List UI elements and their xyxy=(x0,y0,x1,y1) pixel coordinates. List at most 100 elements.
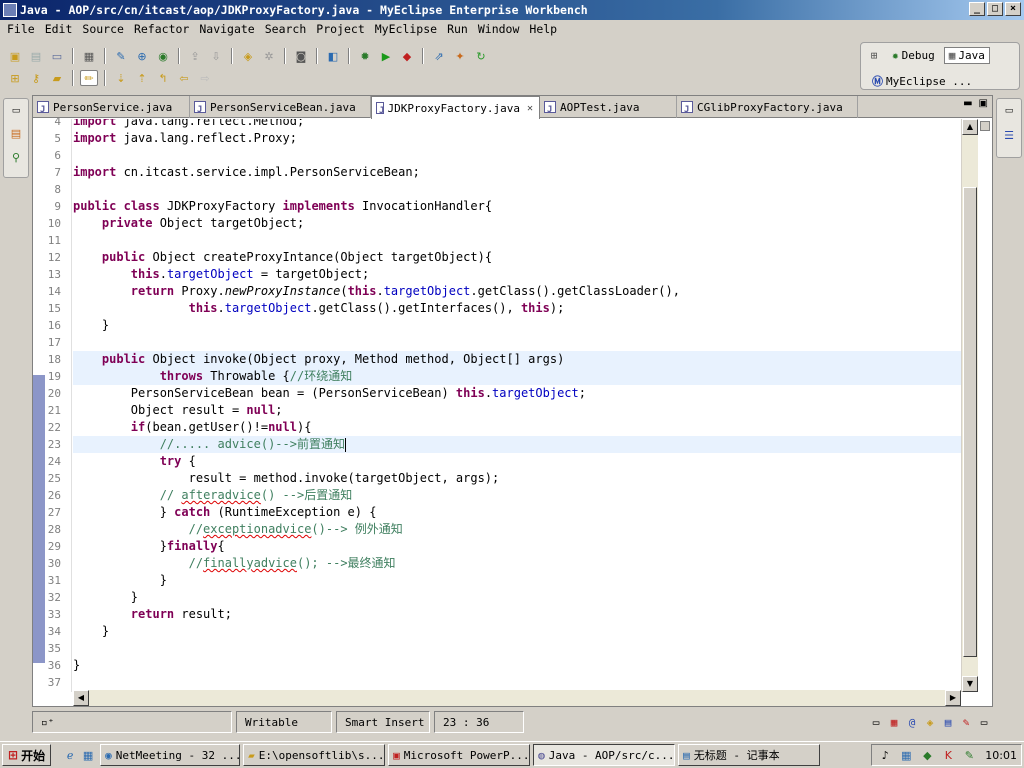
console-icon[interactable]: ▤ xyxy=(939,714,957,730)
code-line[interactable] xyxy=(73,147,961,164)
java-perspective[interactable]: ▦ Java xyxy=(943,47,990,64)
code-line[interactable]: } catch (RuntimeException e) { xyxy=(73,504,961,521)
server-icon[interactable]: ▦ xyxy=(80,48,98,64)
key-icon[interactable]: ⚷ xyxy=(27,70,45,86)
code-line[interactable]: // afteradvice() -->后置通知 xyxy=(73,487,961,504)
input-method-icon[interactable]: ✎ xyxy=(960,747,978,763)
code-line[interactable]: result = method.invoke(targetObject, arg… xyxy=(73,470,961,487)
minimize-button[interactable]: _ xyxy=(969,2,985,16)
package-icon[interactable]: ✦ xyxy=(451,48,469,64)
folder-icon[interactable]: ▰ xyxy=(48,70,66,86)
tab-jdkproxyfactory[interactable]: JDKProxyFactory.java ✕ xyxy=(371,96,540,122)
image-icon[interactable]: ▦ xyxy=(885,714,903,730)
database-icon[interactable]: ◈ xyxy=(239,48,257,64)
scroll-thumb[interactable] xyxy=(963,187,977,657)
start-button[interactable]: ⊞ 开始 xyxy=(2,744,52,766)
restore-view-icon[interactable]: ▭ xyxy=(7,103,25,119)
code-line[interactable] xyxy=(73,232,961,249)
run-icon[interactable]: ▶ xyxy=(377,48,395,64)
menu-myeclipse[interactable]: MyEclipse xyxy=(370,20,442,39)
code-line[interactable]: } xyxy=(73,657,961,674)
menu-window[interactable]: Window xyxy=(473,20,525,39)
menu-refactor[interactable]: Refactor xyxy=(129,20,194,39)
scroll-up-arrow-icon[interactable]: ▲ xyxy=(962,119,978,135)
open-perspective-icon[interactable]: ⇗ xyxy=(430,48,448,64)
code-line[interactable]: //..... advice()-->前置通知 xyxy=(73,436,961,453)
code-line[interactable]: private Object targetObject; xyxy=(73,215,961,232)
scroll-down-arrow-icon[interactable]: ▼ xyxy=(962,676,978,692)
code-area[interactable]: import java.lang.reflect.Method; import j… xyxy=(73,119,961,692)
vertical-scrollbar[interactable]: ▲ ▼ xyxy=(961,119,978,692)
wizard-icon[interactable]: ✎ xyxy=(112,48,130,64)
code-line[interactable] xyxy=(73,640,961,657)
code-line[interactable]: PersonServiceBean bean = (PersonServiceB… xyxy=(73,385,961,402)
task-explorer[interactable]: ▰ E:\opensoftlib\s... xyxy=(243,744,386,766)
previous-annotation-icon[interactable]: ⇡ xyxy=(133,70,151,86)
restore-view-icon[interactable]: ▭ xyxy=(1000,103,1018,119)
gear-icon[interactable]: ✲ xyxy=(260,48,278,64)
refresh-icon[interactable]: ↻ xyxy=(472,48,490,64)
hierarchy-icon[interactable]: ⚲ xyxy=(7,149,25,165)
tab-cglibproxyfactory[interactable]: CGlibProxyFactory.java xyxy=(677,96,858,121)
task-netmeeting[interactable]: ◉ NetMeeting - 32 ... xyxy=(100,744,241,766)
debug-perspective[interactable]: ✹ Debug xyxy=(887,47,940,64)
code-line[interactable]: }finally{ xyxy=(73,538,961,555)
task-powerpoint[interactable]: ▣ Microsoft PowerP... xyxy=(388,744,531,766)
code-line[interactable]: //exceptionadvice()--> 例外通知 xyxy=(73,521,961,538)
code-line[interactable]: return result; xyxy=(73,606,961,623)
code-line[interactable]: } xyxy=(73,317,961,334)
open-folder-icon[interactable]: ⊞ xyxy=(6,70,24,86)
problems-icon[interactable]: ✎ xyxy=(957,714,975,730)
status-fastview-icon[interactable]: ▫⁺ xyxy=(32,711,232,733)
code-line[interactable]: //finallyadvice(); -->最终通知 xyxy=(73,555,961,572)
code-line[interactable]: throws Throwable {//环绕通知 xyxy=(73,368,961,385)
volume-icon[interactable]: ♪ xyxy=(876,747,894,763)
code-line[interactable]: Object result = null; xyxy=(73,402,961,419)
windows-icon[interactable]: ▭ xyxy=(867,714,885,730)
overview-ruler[interactable] xyxy=(978,119,992,692)
code-line[interactable] xyxy=(73,674,961,691)
at-icon[interactable]: @ xyxy=(903,714,921,730)
code-line[interactable]: this.targetObject.getClass().getInterfac… xyxy=(73,300,961,317)
code-line[interactable]: public class JDKProxyFactory implements … xyxy=(73,198,961,215)
new-class-icon[interactable]: ◧ xyxy=(324,48,342,64)
code-line[interactable]: return Proxy.newProxyInstance(this.targe… xyxy=(73,283,961,300)
minimize-editor-icon[interactable]: ▬ xyxy=(963,98,972,109)
code-line[interactable]: this.targetObject = targetObject; xyxy=(73,266,961,283)
highlight-icon[interactable]: ✏ xyxy=(80,70,98,86)
maximize-button[interactable]: □ xyxy=(987,2,1003,16)
code-line[interactable]: import java.lang.reflect.Method; xyxy=(73,119,961,130)
code-line[interactable]: try { xyxy=(73,453,961,470)
save-icon[interactable]: ▤ xyxy=(27,48,45,64)
close-button[interactable]: × xyxy=(1005,2,1021,16)
open-type-icon[interactable]: ⊕ xyxy=(133,48,151,64)
menu-search[interactable]: Search xyxy=(260,20,312,39)
menu-help[interactable]: Help xyxy=(524,20,562,39)
outline-icon[interactable]: ☰ xyxy=(1000,127,1018,143)
forward-icon[interactable]: ⇨ xyxy=(196,70,214,86)
code-line[interactable] xyxy=(73,334,961,351)
browser-icon[interactable]: ◉ xyxy=(154,48,172,64)
package-explorer-icon[interactable]: ▤ xyxy=(7,125,25,141)
code-line[interactable] xyxy=(73,181,961,198)
menu-navigate[interactable]: Navigate xyxy=(194,20,259,39)
print-icon[interactable]: ▭ xyxy=(48,48,66,64)
myeclipse-perspective[interactable]: Ⓜ MyEclipse ... xyxy=(867,71,977,91)
debug-bug-icon[interactable]: ✹ xyxy=(356,48,374,64)
ie-icon[interactable]: ℯ xyxy=(61,747,79,763)
scroll-left-arrow-icon[interactable]: ◀ xyxy=(73,690,89,706)
antivirus-icon[interactable]: K xyxy=(939,747,957,763)
code-line[interactable]: } xyxy=(73,623,961,640)
menu-source[interactable]: Source xyxy=(77,20,129,39)
code-line[interactable]: public Object invoke(Object proxy, Metho… xyxy=(73,351,961,368)
shield-icon[interactable]: ◆ xyxy=(918,747,936,763)
deploy-icon[interactable]: ⇪ xyxy=(186,48,204,64)
new-icon[interactable]: ▣ xyxy=(6,48,24,64)
code-line[interactable]: if(bean.getUser()!=null){ xyxy=(73,419,961,436)
task-java-eclipse[interactable]: ◍ Java - AOP/src/c... xyxy=(533,744,676,766)
menu-run[interactable]: Run xyxy=(442,20,473,39)
maximize-editor-icon[interactable]: ▣ xyxy=(979,98,988,109)
task-notepad[interactable]: ▤ 无标题 - 记事本 xyxy=(678,744,821,766)
scroll-right-arrow-icon[interactable]: ▶ xyxy=(945,690,961,706)
menu-project[interactable]: Project xyxy=(311,20,369,39)
